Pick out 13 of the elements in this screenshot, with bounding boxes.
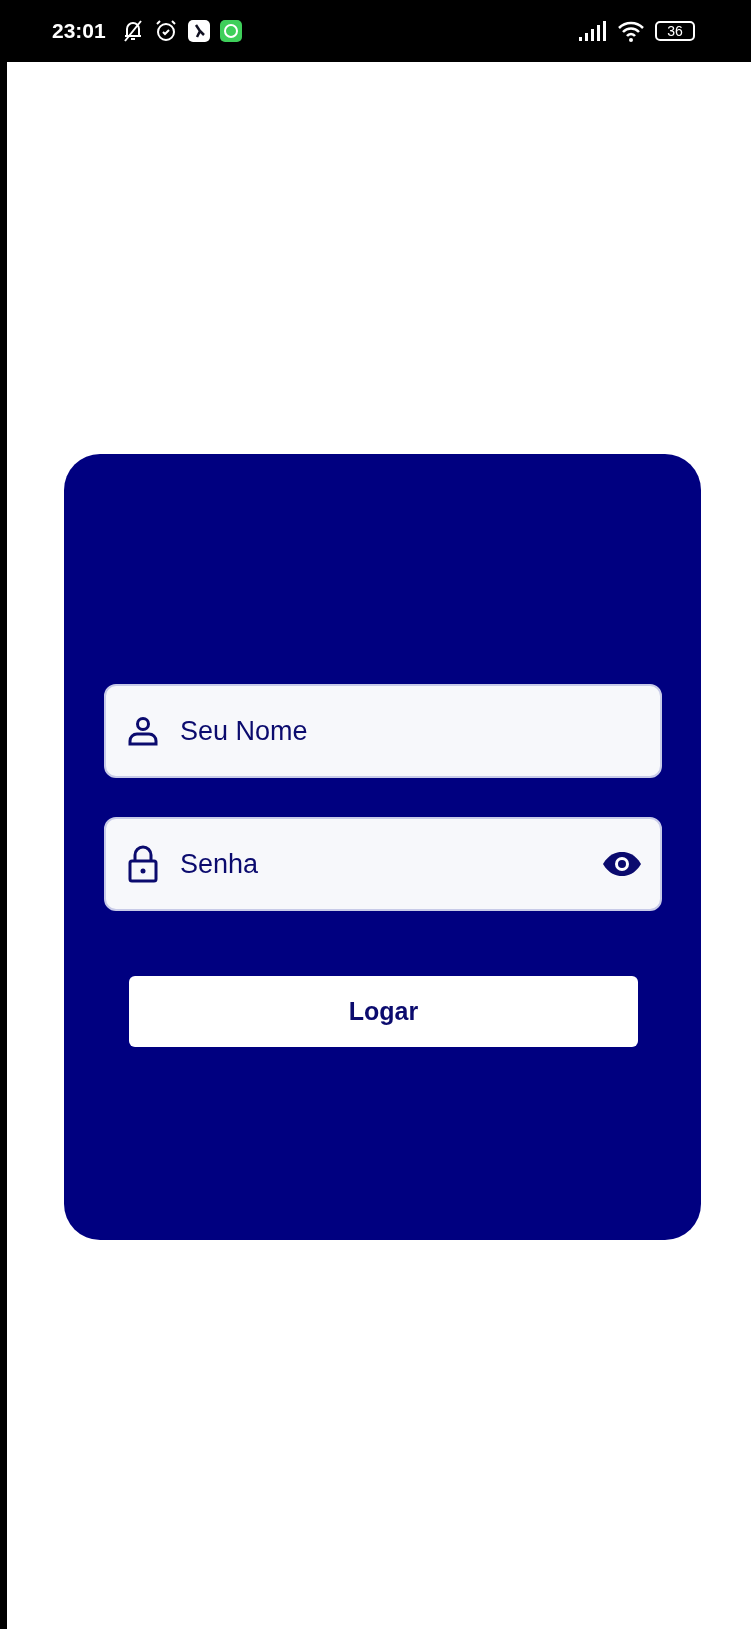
name-field[interactable]: Seu Nome <box>104 684 662 778</box>
signal-icon <box>579 21 607 41</box>
chat-app-icon <box>219 20 242 42</box>
app-icon <box>187 20 210 42</box>
eye-icon[interactable] <box>602 851 642 877</box>
status-time: 23:01 <box>52 19 106 43</box>
lock-icon <box>128 845 158 883</box>
battery-level: 36 <box>655 21 695 41</box>
bell-off-icon <box>121 19 144 43</box>
password-field[interactable]: Senha <box>104 817 662 911</box>
user-icon <box>128 716 158 746</box>
wifi-icon <box>617 20 645 42</box>
login-button[interactable]: Logar <box>129 976 638 1047</box>
